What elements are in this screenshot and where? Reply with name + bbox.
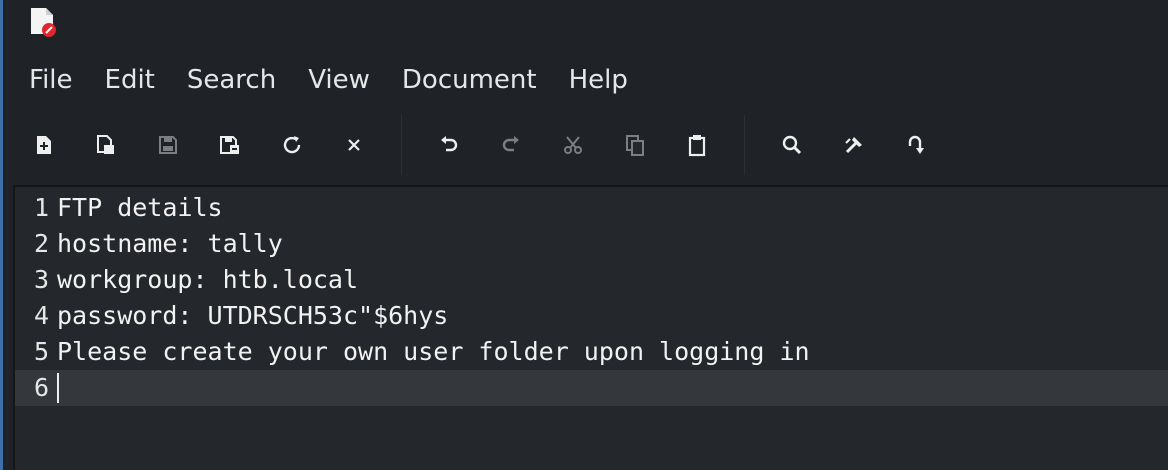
- find-icon: [782, 135, 802, 155]
- line-text[interactable]: password: UTDRSCH53c"$6hys: [57, 298, 448, 334]
- go-to-line-button[interactable]: [900, 129, 932, 161]
- menu-edit[interactable]: Edit: [89, 52, 171, 108]
- menu-document[interactable]: Document: [386, 52, 553, 108]
- new-document-button[interactable]: [28, 129, 60, 161]
- mousepad-window: File Edit Search View Document Help 1 FT…: [0, 0, 1168, 470]
- go-to-line-icon: [908, 135, 924, 154]
- menu-search[interactable]: Search: [171, 52, 292, 108]
- editor-line[interactable]: 1 FTP details: [15, 190, 1168, 226]
- cut-button[interactable]: [557, 129, 589, 161]
- reload-icon: [283, 136, 301, 154]
- menu-view[interactable]: View: [292, 52, 386, 108]
- paste-button[interactable]: [681, 129, 713, 161]
- editor-line[interactable]: 3 workgroup: htb.local: [15, 262, 1168, 298]
- close-button[interactable]: [338, 129, 370, 161]
- new-window-button[interactable]: [90, 129, 122, 161]
- line-text[interactable]: hostname: tally: [57, 226, 283, 262]
- line-text[interactable]: workgroup: htb.local: [57, 262, 358, 298]
- menu-help[interactable]: Help: [553, 52, 644, 108]
- editor-line[interactable]: 4 password: UTDRSCH53c"$6hys: [15, 298, 1168, 334]
- new-window-icon: [97, 135, 114, 154]
- line-number: 4: [33, 301, 49, 330]
- cut-icon: [564, 136, 582, 154]
- editor-line-current[interactable]: 6: [15, 370, 1168, 406]
- editor-line[interactable]: 2 hostname: tally: [15, 226, 1168, 262]
- save-as-button[interactable]: [214, 129, 246, 161]
- toolbar-separator: [401, 115, 402, 175]
- text-cursor: [57, 373, 59, 403]
- line-number: 6: [33, 373, 49, 402]
- save-as-icon: [220, 136, 239, 154]
- toolbar-separator: [744, 115, 745, 175]
- find-replace-icon: [845, 137, 862, 154]
- line-number: 3: [33, 265, 49, 294]
- line-number: 2: [33, 229, 49, 258]
- redo-icon: [502, 136, 519, 152]
- text-editor-area[interactable]: 1 FTP details 2 hostname: tally 3 workgr…: [13, 185, 1168, 470]
- toolbar: [3, 112, 1168, 178]
- copy-icon: [626, 135, 644, 156]
- find-replace-button[interactable]: [838, 129, 870, 161]
- redo-button[interactable]: [495, 129, 527, 161]
- reload-button[interactable]: [276, 129, 308, 161]
- undo-button[interactable]: [433, 129, 465, 161]
- save-icon: [159, 136, 177, 154]
- close-icon: [348, 139, 360, 151]
- line-text[interactable]: FTP details: [57, 190, 223, 226]
- line-text[interactable]: Please create your own user folder upon …: [57, 334, 810, 370]
- new-document-icon: [37, 136, 51, 154]
- copy-button[interactable]: [619, 129, 651, 161]
- title-bar: [3, 0, 1168, 52]
- line-number: 5: [33, 337, 49, 366]
- menu-file[interactable]: File: [3, 52, 89, 108]
- editor-line[interactable]: 5 Please create your own user folder upo…: [15, 334, 1168, 370]
- text-editor-document-icon[interactable]: [29, 6, 59, 38]
- paste-icon: [688, 135, 706, 157]
- menu-bar: File Edit Search View Document Help: [3, 52, 1168, 108]
- find-button[interactable]: [776, 129, 808, 161]
- line-number: 1: [33, 193, 49, 222]
- save-button[interactable]: [152, 129, 184, 161]
- undo-icon: [441, 136, 458, 152]
